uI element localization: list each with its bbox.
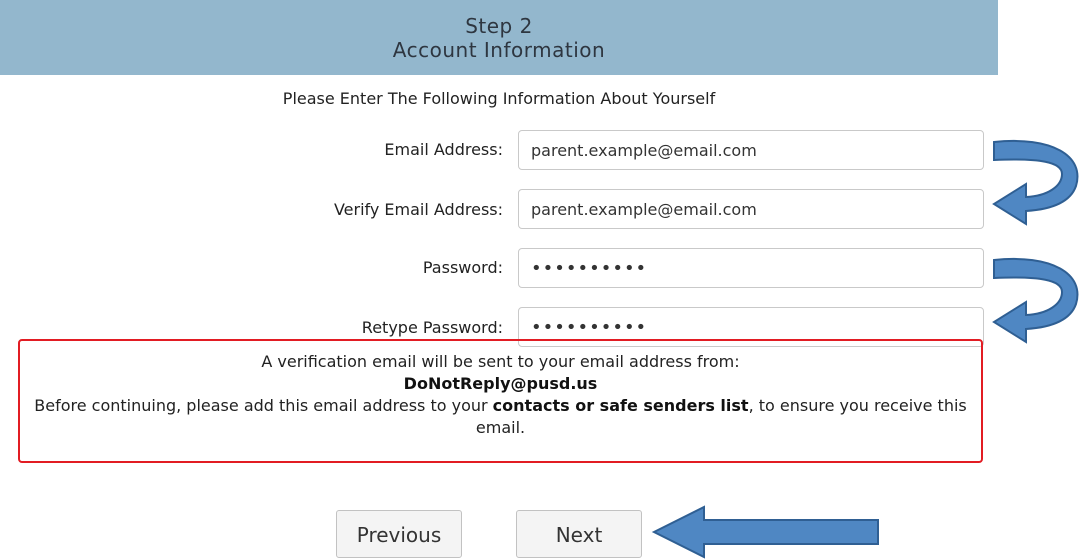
step-title: Account Information [392,37,606,62]
step-header: Step 2 Account Information [0,0,998,75]
email-field[interactable] [518,130,984,170]
verify-email-label: Verify Email Address: [333,200,503,219]
curved-arrow-password-icon [992,258,1079,344]
sender-address: DoNotReply@pusd.us [403,374,598,393]
verification-notice: A verification email will be sent to you… [18,339,983,463]
email-label: Email Address: [384,140,503,159]
password-field[interactable] [518,248,984,288]
step-number: Step 2 [465,13,533,38]
retype-password-label: Retype Password: [361,318,503,337]
notice-line-1: A verification email will be sent to you… [261,352,740,371]
next-button[interactable]: Next [516,510,642,558]
previous-button[interactable]: Previous [336,510,462,558]
curved-arrow-email-icon [992,140,1079,226]
arrow-left-next-icon [651,505,879,559]
notice-line-3: Before continuing, please add this email… [34,396,967,437]
password-label: Password: [422,258,503,277]
verify-email-field[interactable] [518,189,984,229]
form-instructions: Please Enter The Following Information A… [282,89,716,108]
